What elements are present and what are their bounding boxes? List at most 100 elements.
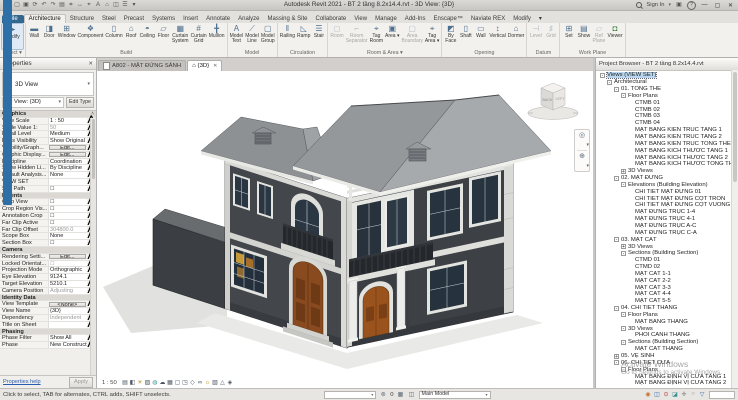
tree-expander[interactable] — [628, 196, 633, 201]
tree-expander[interactable] — [628, 121, 633, 126]
tree-item[interactable]: MẶT ĐỨNG TRỤC A-C — [597, 223, 731, 230]
redo-icon[interactable]: ↷ — [49, 1, 57, 10]
property-row[interactable]: Camera ˄ — [0, 247, 96, 254]
reveal-hidden-elements-icon[interactable]: ☼ — [204, 379, 212, 386]
railing-button[interactable]: ‖Railing — [279, 23, 296, 50]
select-pinned-elements-icon[interactable]: ⊙ — [662, 391, 670, 398]
curtain-system-button[interactable]: ▦Curtain System — [171, 23, 190, 50]
tree-expander[interactable]: - — [621, 251, 626, 256]
tree-item[interactable]: CHI TIẾT MẶT ĐỨNG CỘT TRÒN — [597, 195, 731, 202]
tree-expander[interactable]: - — [621, 182, 626, 187]
app-store-icon[interactable]: ▣ — [675, 1, 683, 10]
tree-expander[interactable] — [628, 230, 633, 235]
tree-expander[interactable] — [628, 148, 633, 153]
tree-expander[interactable] — [628, 162, 633, 167]
tree-item[interactable]: MẶT BẰNG KIẾN TRÚC TẦNG 2 — [597, 134, 731, 141]
tab-enscape[interactable]: Enscape™ — [429, 15, 466, 23]
sign-in-button[interactable]: Sign In — [646, 2, 664, 8]
visual-style-icon[interactable]: ◧ — [129, 379, 137, 386]
tree-expander[interactable] — [628, 217, 633, 222]
selection-toggle-icon[interactable]: ○ — [689, 391, 697, 398]
tag-area-button[interactable]: ⌖Tag Area ▾ — [424, 23, 440, 50]
tree-item[interactable]: MẶT ĐỨNG TRỤC 4-1 — [597, 216, 731, 223]
property-row[interactable]: Identity Data ˄ — [0, 295, 96, 302]
tree-item[interactable]: - Elevations (Building Elevation) — [597, 182, 731, 189]
tree-item[interactable]: - Floor Plans — [597, 93, 731, 100]
tree-item[interactable]: + 3D Views — [597, 168, 731, 175]
property-row[interactable]: Dependency Independent ˄ — [0, 315, 96, 322]
render-icon[interactable]: ◍ — [151, 379, 159, 386]
tree-expander[interactable] — [628, 265, 633, 270]
worksharing-display-icon[interactable]: ◉ — [644, 391, 652, 398]
tree-expander[interactable] — [628, 189, 633, 194]
drag-elements-on-selection-icon[interactable]: ✛ — [680, 391, 688, 398]
tree-item[interactable]: MẶT ĐỨNG TRỤC C-A — [597, 229, 731, 236]
steering-wheel-icon[interactable]: ◎ — [579, 132, 585, 140]
tree-item[interactable]: + 05. VỆ SINH — [597, 353, 731, 360]
tree-item[interactable]: - Sections (Building Section) — [597, 339, 731, 346]
tree-item[interactable]: CTMB 02 — [597, 106, 731, 113]
browser-scrollbar[interactable] — [731, 70, 738, 388]
active-only-icon[interactable]: ◫ — [408, 391, 416, 398]
render-cloud-icon[interactable]: ☁ — [159, 379, 167, 386]
sync-icon[interactable]: ⟳ — [31, 1, 39, 10]
tree-item[interactable]: MẶT BẰNG KÍCH THƯỚC TẦNG 2 — [597, 154, 731, 161]
tree-item[interactable]: MẶT BẰNG KIẾN TRÚC TẦNG 1 — [597, 127, 731, 134]
property-row[interactable]: Far Clip Active ☐ ˄ — [0, 220, 96, 227]
tree-expander[interactable] — [628, 299, 633, 304]
tag-icon[interactable]: ⌖ — [85, 1, 93, 10]
tree-item[interactable]: - 04. CHI TIẾT THANG — [597, 305, 731, 312]
tree-item[interactable]: MẶT CẮT 3-3 — [597, 284, 731, 291]
tree-expander[interactable] — [628, 381, 633, 386]
curtain-grid-button[interactable]: #Curtain Grid — [190, 23, 208, 50]
tree-expander[interactable]: - — [621, 93, 626, 98]
property-row[interactable]: Annotation Crop ☐ ˄ — [0, 213, 96, 220]
qat-customize-icon[interactable]: ▾ — [130, 1, 138, 10]
render-gallery-icon[interactable]: ▦ — [166, 379, 174, 386]
tree-item[interactable]: CTMB 03 — [597, 113, 731, 120]
model-text-button[interactable]: AModel Text — [229, 23, 245, 50]
section-icon[interactable]: ◫ — [112, 1, 120, 10]
tab-naviate-rex[interactable]: Naviate REX — [467, 15, 509, 23]
tree-item[interactable]: - 3D Views — [597, 325, 731, 332]
shadows-icon[interactable]: ▨ — [144, 379, 152, 386]
save-icon[interactable]: ▣ — [22, 1, 30, 10]
sun-path-icon[interactable]: ☀ — [136, 379, 144, 386]
ref-plane-button[interactable]: ▱Ref Plane — [591, 23, 606, 50]
area-boundary-button[interactable]: ▢Area Boundary — [400, 23, 423, 50]
viewer-button[interactable]: ◘Viewer — [606, 23, 623, 50]
tree-expander[interactable] — [628, 258, 633, 263]
shaft-button[interactable]: ▯Shaft — [458, 23, 473, 50]
tree-expander[interactable] — [628, 347, 633, 352]
show-work-plane-button[interactable]: ▤Show — [576, 23, 591, 50]
wall-opening-button[interactable]: ▭Wall — [473, 23, 488, 50]
floor-button[interactable]: ▱Floor — [156, 23, 171, 50]
tree-item[interactable]: MẶT BẰNG THANG — [597, 318, 731, 325]
close-view-icon[interactable]: ✕ — [213, 63, 217, 69]
tree-item[interactable]: - Sections (Building Section) — [597, 250, 731, 257]
property-row[interactable]: Crop Region Vis... ☐ ˄ — [0, 206, 96, 213]
tree-item[interactable]: MẶT ĐỨNG TRỤC 1-4 — [597, 209, 731, 216]
ceiling-button[interactable]: ◓Ceiling — [139, 23, 156, 50]
view-cube[interactable]: BACK LEFT — [525, 76, 581, 122]
undo-icon[interactable]: ↶ — [40, 1, 48, 10]
tree-expander[interactable]: - — [600, 73, 605, 78]
ramp-button[interactable]: ◺Ramp — [296, 23, 311, 50]
editable-only-icon[interactable]: ⊚ — [379, 391, 387, 398]
property-row[interactable]: Phasing ˄ — [0, 329, 96, 336]
minimize-button[interactable]: — — [700, 2, 709, 8]
properties-help-link[interactable]: Properties help — [3, 379, 41, 385]
help-icon[interactable]: ? — [687, 1, 696, 10]
property-row[interactable]: Far Clip Offset 304800.0 ˄ — [0, 227, 96, 234]
print-icon[interactable]: ▤ — [58, 1, 66, 10]
property-row[interactable]: Projection Mode Orthographic ˄ — [0, 267, 96, 274]
select-links-icon[interactable]: ◫ — [653, 391, 661, 398]
temporary-hide-isolate-icon[interactable]: ∞ — [196, 379, 204, 386]
tree-item[interactable]: - Floor Plans — [597, 366, 731, 373]
tree-expander[interactable] — [628, 319, 633, 324]
filter-count-box[interactable] — [709, 391, 735, 399]
locked-3d-view-icon[interactable]: ◇ — [189, 379, 197, 386]
property-row[interactable]: View Name {3D} ˄ — [0, 308, 96, 315]
default-3d-view-icon[interactable]: ⌂ — [103, 1, 111, 10]
stair-button[interactable]: ☰Stair — [311, 23, 326, 50]
